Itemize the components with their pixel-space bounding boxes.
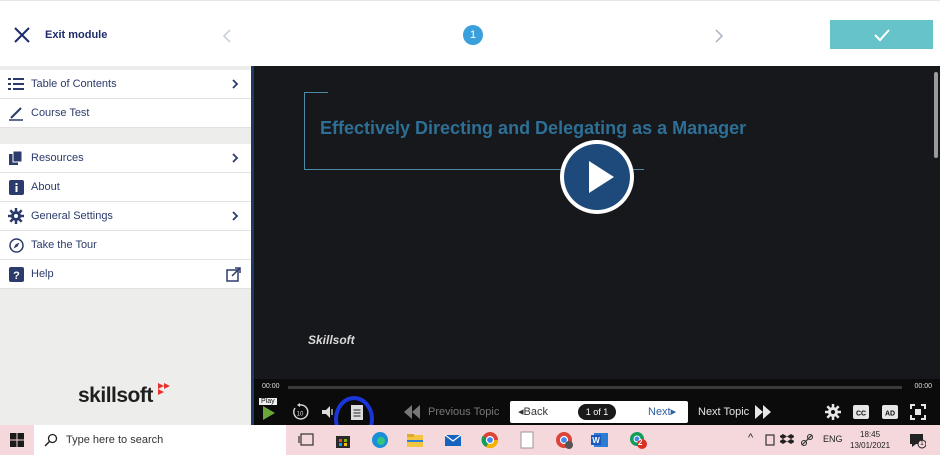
slide-frame-line [304, 92, 328, 93]
sidebar-item-label: Help [31, 268, 54, 280]
chrome-profile-icon[interactable] [555, 431, 573, 449]
total-time: 00:00 [914, 383, 932, 390]
taskbar-search-input[interactable]: Type here to search [34, 425, 286, 455]
double-chevron-right-icon [755, 405, 772, 419]
video-player[interactable]: Effectively Directing and Delegating as … [251, 66, 940, 442]
sidebar-item-label: Table of Contents [31, 78, 117, 90]
sidebar-item-help[interactable]: ? Help [0, 260, 251, 289]
notification-badge: 2 [638, 438, 643, 447]
next-topic-button[interactable]: Next Topic [698, 403, 773, 421]
chevron-right-icon [229, 78, 241, 90]
sidebar-item-course-test[interactable]: Course Test [0, 99, 251, 128]
list-icon [8, 76, 24, 92]
sidebar-item-label: General Settings [31, 210, 113, 222]
pencil-icon [8, 105, 24, 121]
slide-title: Effectively Directing and Delegating as … [320, 118, 747, 138]
external-link-icon [225, 266, 241, 282]
chevron-left-icon[interactable] [220, 27, 234, 45]
dropbox-icon[interactable] [780, 433, 794, 446]
chevron-up-icon[interactable]: ^ [748, 432, 753, 444]
fullscreen-icon[interactable] [909, 403, 927, 421]
store-icon[interactable] [334, 431, 352, 449]
player-controls: 00:00 00:00 Play 10 Previous Topic ◂Back… [254, 379, 940, 442]
settings-gear-icon[interactable] [824, 403, 842, 421]
page-indicator: 1 of 1 [578, 404, 616, 420]
svg-text:?: ? [13, 270, 20, 282]
search-placeholder: Type here to search [66, 434, 164, 446]
chevron-right-icon [229, 152, 241, 164]
document-icon[interactable] [518, 431, 536, 449]
exit-module-link[interactable]: Exit module [45, 29, 107, 41]
previous-topic-label: Previous Topic [428, 406, 500, 418]
question-icon: ? [8, 266, 24, 282]
info-icon [8, 179, 24, 195]
skillsoft-logo: skillsoft [78, 384, 153, 407]
windows-start-icon[interactable] [10, 433, 24, 447]
next-topic-label: Next Topic [698, 406, 750, 418]
edge-browser-icon[interactable] [371, 431, 389, 449]
search-icon [44, 433, 58, 447]
chevron-right-icon[interactable] [712, 27, 726, 45]
logo-mark-icon [158, 383, 170, 395]
notification-count: 1 [920, 440, 924, 447]
slide-frame [304, 92, 310, 170]
svg-text:10: 10 [297, 412, 304, 418]
next-button[interactable]: Next▸ [648, 405, 676, 418]
sidebar-item-general-settings[interactable]: General Settings [0, 202, 251, 231]
gear-icon [8, 208, 24, 224]
rewind-10-icon[interactable]: 10 [291, 403, 309, 421]
elapsed-time: 00:00 [262, 383, 280, 390]
sidebar-item-label: Course Test [31, 107, 90, 119]
sidebar-item-resources[interactable]: Resources [0, 144, 251, 173]
video-watermark: Skillsoft [308, 333, 355, 347]
mail-icon[interactable] [444, 431, 462, 449]
network-icon[interactable] [800, 433, 814, 447]
chevron-right-icon [229, 210, 241, 222]
svg-text:AD: AD [885, 411, 895, 418]
back-label: Back [523, 406, 548, 418]
audio-description-icon[interactable]: AD [881, 403, 899, 421]
app-root: Exit module 1 Table of Contents Course T… [0, 0, 940, 455]
complete-button[interactable] [830, 20, 933, 49]
device-icon[interactable] [764, 433, 776, 447]
double-chevron-left-icon [404, 405, 420, 419]
clock-time: 18:45 [860, 430, 881, 439]
module-header: Exit module 1 [0, 0, 940, 66]
next-label: Next [648, 406, 671, 418]
back-button[interactable]: ◂Back [518, 405, 548, 418]
scrollbar[interactable] [934, 72, 938, 158]
play-icon [564, 144, 630, 210]
clock-date: 13/01/2021 [850, 441, 891, 450]
sidebar-item-table-of-contents[interactable]: Table of Contents [0, 70, 251, 99]
documents-icon [8, 150, 24, 166]
sidebar-item-label: Take the Tour [31, 239, 97, 251]
task-view-icon[interactable] [298, 431, 316, 449]
compass-icon [8, 237, 24, 253]
sidebar-item-about[interactable]: About [0, 173, 251, 202]
checkmark-icon [873, 28, 890, 41]
closed-captions-icon[interactable]: CC [852, 403, 870, 421]
play-icon[interactable] [260, 403, 278, 421]
sidebar-item-take-the-tour[interactable]: Take the Tour [0, 231, 251, 260]
svg-text:CC: CC [856, 411, 866, 418]
previous-topic-button[interactable]: Previous Topic [404, 403, 499, 421]
play-overlay-button[interactable] [560, 140, 634, 214]
file-explorer-icon[interactable] [406, 431, 424, 449]
sidebar-menu: Table of Contents Course Test Resources … [0, 66, 251, 425]
chrome-icon[interactable] [481, 431, 499, 449]
system-clock[interactable]: 18:45 13/01/2021 [850, 429, 890, 451]
language-indicator[interactable]: ENG [823, 434, 843, 444]
progress-bar[interactable] [288, 386, 902, 389]
page-navigator: ◂Back 1 of 1 Next▸ [510, 401, 688, 423]
close-icon[interactable] [12, 25, 32, 45]
word-icon[interactable]: W [591, 431, 609, 449]
sidebar-item-label: Resources [31, 152, 84, 164]
sidebar-item-label: About [31, 181, 60, 193]
svg-text:W: W [592, 436, 600, 445]
windows-taskbar: Type here to search W 2 ^ ENG 18:45 13/0… [0, 425, 940, 455]
page-indicator-badge[interactable]: 1 [463, 25, 483, 45]
